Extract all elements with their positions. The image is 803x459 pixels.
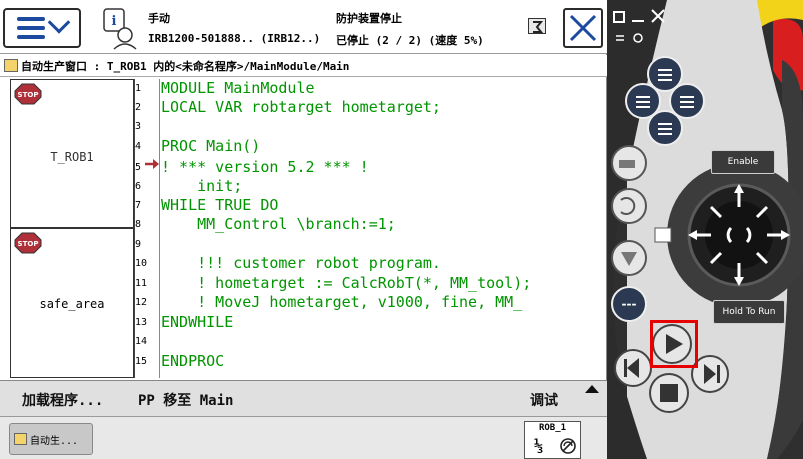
line-number: 4 xyxy=(135,141,142,152)
line-number: 8 xyxy=(135,219,142,230)
line-number: 7 xyxy=(135,200,142,211)
chevron-up-icon[interactable] xyxy=(585,385,599,393)
status-bar: i 手动 IRB1200-501888.. (IRB12..) 防护装置停止 已… xyxy=(0,0,607,54)
stop-sign-icon: STOP xyxy=(14,83,42,105)
play-button-highlight xyxy=(650,320,698,368)
code-line[interactable]: ! *** version 5.2 *** ! xyxy=(161,159,369,176)
svg-text:STOP: STOP xyxy=(18,240,39,248)
mechanical-unit-label: ROB_1 xyxy=(538,423,567,433)
increment-label: ⅓ xyxy=(534,437,544,455)
window-title: 自动生产窗口 : T_ROB1 内的<未命名程序>/MainModule/Mai… xyxy=(21,59,350,73)
code-line[interactable]: ! MoveJ hometarget, v1000, fine, MM_ xyxy=(161,294,522,311)
code-line[interactable]: WHILE TRUE DO xyxy=(161,197,278,214)
load-program-button[interactable]: 加载程序... xyxy=(22,390,103,410)
code-line[interactable]: ENDPROC xyxy=(161,353,224,370)
taskbar-window-button[interactable]: 自动生... xyxy=(9,423,93,455)
flexpendant-screen: i 手动 IRB1200-501888.. (IRB12..) 防护装置停止 已… xyxy=(0,0,607,459)
code-line[interactable]: PROC Main() xyxy=(161,138,260,155)
code-line[interactable]: LOCAL VAR robtarget hometarget; xyxy=(161,99,441,116)
code-line[interactable]: ! hometarget := CalcRobT(*, MM_tool); xyxy=(161,275,531,292)
hold-to-run-button[interactable]: Hold To Run xyxy=(713,300,785,324)
code-line[interactable]: MM_Control \branch:=1; xyxy=(161,216,396,233)
hamburger-icon xyxy=(17,17,45,39)
operating-mode-label: 手动 xyxy=(148,12,170,25)
svg-text:STOP: STOP xyxy=(18,91,39,99)
line-number: 14 xyxy=(135,336,148,347)
taskbar-window-label: 自动生... xyxy=(30,435,79,447)
controller-name-label: IRB1200-501888.. (IRB12..) xyxy=(148,32,321,45)
enable-button[interactable]: Enable xyxy=(711,150,775,174)
pendant-body-graphic: --- xyxy=(607,0,803,459)
line-number: 6 xyxy=(135,181,142,192)
code-line[interactable]: init; xyxy=(161,178,242,195)
line-number: 10 xyxy=(135,258,148,269)
pendant-hardware-panel: --- xyxy=(607,0,803,459)
window-icon xyxy=(14,433,27,445)
maximize-icon xyxy=(613,11,625,23)
stop-sign-icon: STOP xyxy=(14,232,42,254)
code-line[interactable]: ENDWHILE xyxy=(161,314,233,331)
pp-to-main-button[interactable]: PP 移至 Main xyxy=(138,390,233,410)
close-icon xyxy=(569,14,597,42)
safety-state-label: 防护装置停止 xyxy=(336,12,402,25)
line-number: 13 xyxy=(135,317,148,328)
line-number: 1 xyxy=(135,83,142,94)
task-name: safe_area xyxy=(39,297,105,311)
close-button[interactable] xyxy=(563,8,603,48)
taskbar: 自动生... xyxy=(0,416,607,459)
task-panel-t-rob1[interactable]: STOP T_ROB1 xyxy=(10,79,134,228)
line-number: 2 xyxy=(135,102,142,113)
line-number: 3 xyxy=(135,121,142,132)
svg-text:---: --- xyxy=(622,297,637,311)
line-number: 12 xyxy=(135,297,148,308)
line-number: 15 xyxy=(135,356,148,367)
quickset-button[interactable]: ROB_1 ⅓ xyxy=(524,421,581,459)
event-log-icon[interactable]: i xyxy=(100,7,138,51)
run-state-label: 已停止 (2 / 2) (速度 5%) xyxy=(336,34,484,47)
task-name: T_ROB1 xyxy=(50,150,94,164)
code-editor[interactable]: MODULE MainModule LOCAL VAR robtarget ho… xyxy=(161,79,607,378)
line-number: 5 xyxy=(135,162,142,173)
flag-icon[interactable] xyxy=(528,18,546,34)
code-line[interactable]: MODULE MainModule xyxy=(161,80,315,97)
command-bar: 加载程序... PP 移至 Main 调试 xyxy=(0,380,607,416)
task-panel-safe-area[interactable]: STOP safe_area xyxy=(10,228,134,378)
window-controls xyxy=(613,9,665,43)
line-number: 9 xyxy=(135,239,142,250)
program-pointer-icon xyxy=(145,159,159,169)
line-number-gutter: 1 2 3 4 5 6 7 8 9 10 11 12 13 14 15 xyxy=(134,79,160,378)
main-menu-button[interactable] xyxy=(3,8,81,48)
svg-text:i: i xyxy=(112,14,117,29)
line-number: 11 xyxy=(135,278,148,289)
window-title-bar: 自动生产窗口 : T_ROB1 内的<未命名程序>/MainModule/Mai… xyxy=(0,55,607,77)
debug-menu-button[interactable]: 调试 xyxy=(530,390,558,410)
code-line[interactable]: !!! customer robot program. xyxy=(161,255,441,272)
chevron-down-icon xyxy=(47,11,71,34)
window-icon xyxy=(4,59,18,72)
speed-icon xyxy=(560,438,576,454)
